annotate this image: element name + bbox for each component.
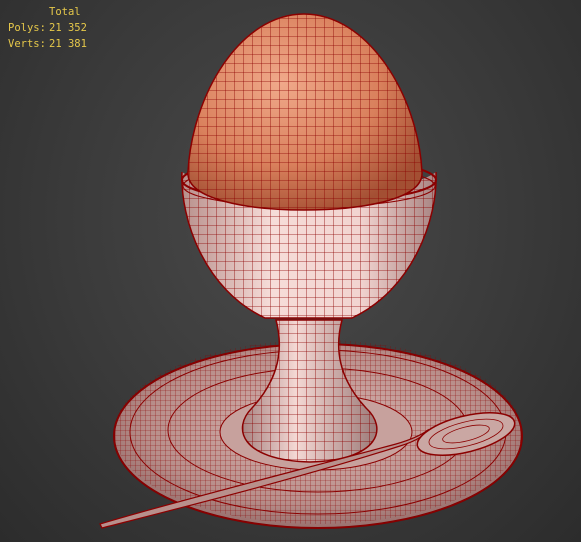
verts-row: Verts: 21 381 xyxy=(8,36,87,52)
stats-header: Total xyxy=(49,6,81,18)
polys-value: 21 352 xyxy=(49,22,87,34)
egg xyxy=(187,13,423,211)
verts-label: Verts: xyxy=(8,38,46,50)
polys-row: Polys: 21 352 xyxy=(8,20,87,36)
scene-render xyxy=(99,13,523,529)
polys-label: Polys: xyxy=(8,22,46,34)
3d-viewport[interactable]: Total Polys: 21 352 Verts: 21 381 xyxy=(0,0,581,542)
viewport-statistics: Total Polys: 21 352 Verts: 21 381 xyxy=(8,4,87,52)
verts-value: 21 381 xyxy=(49,38,87,50)
